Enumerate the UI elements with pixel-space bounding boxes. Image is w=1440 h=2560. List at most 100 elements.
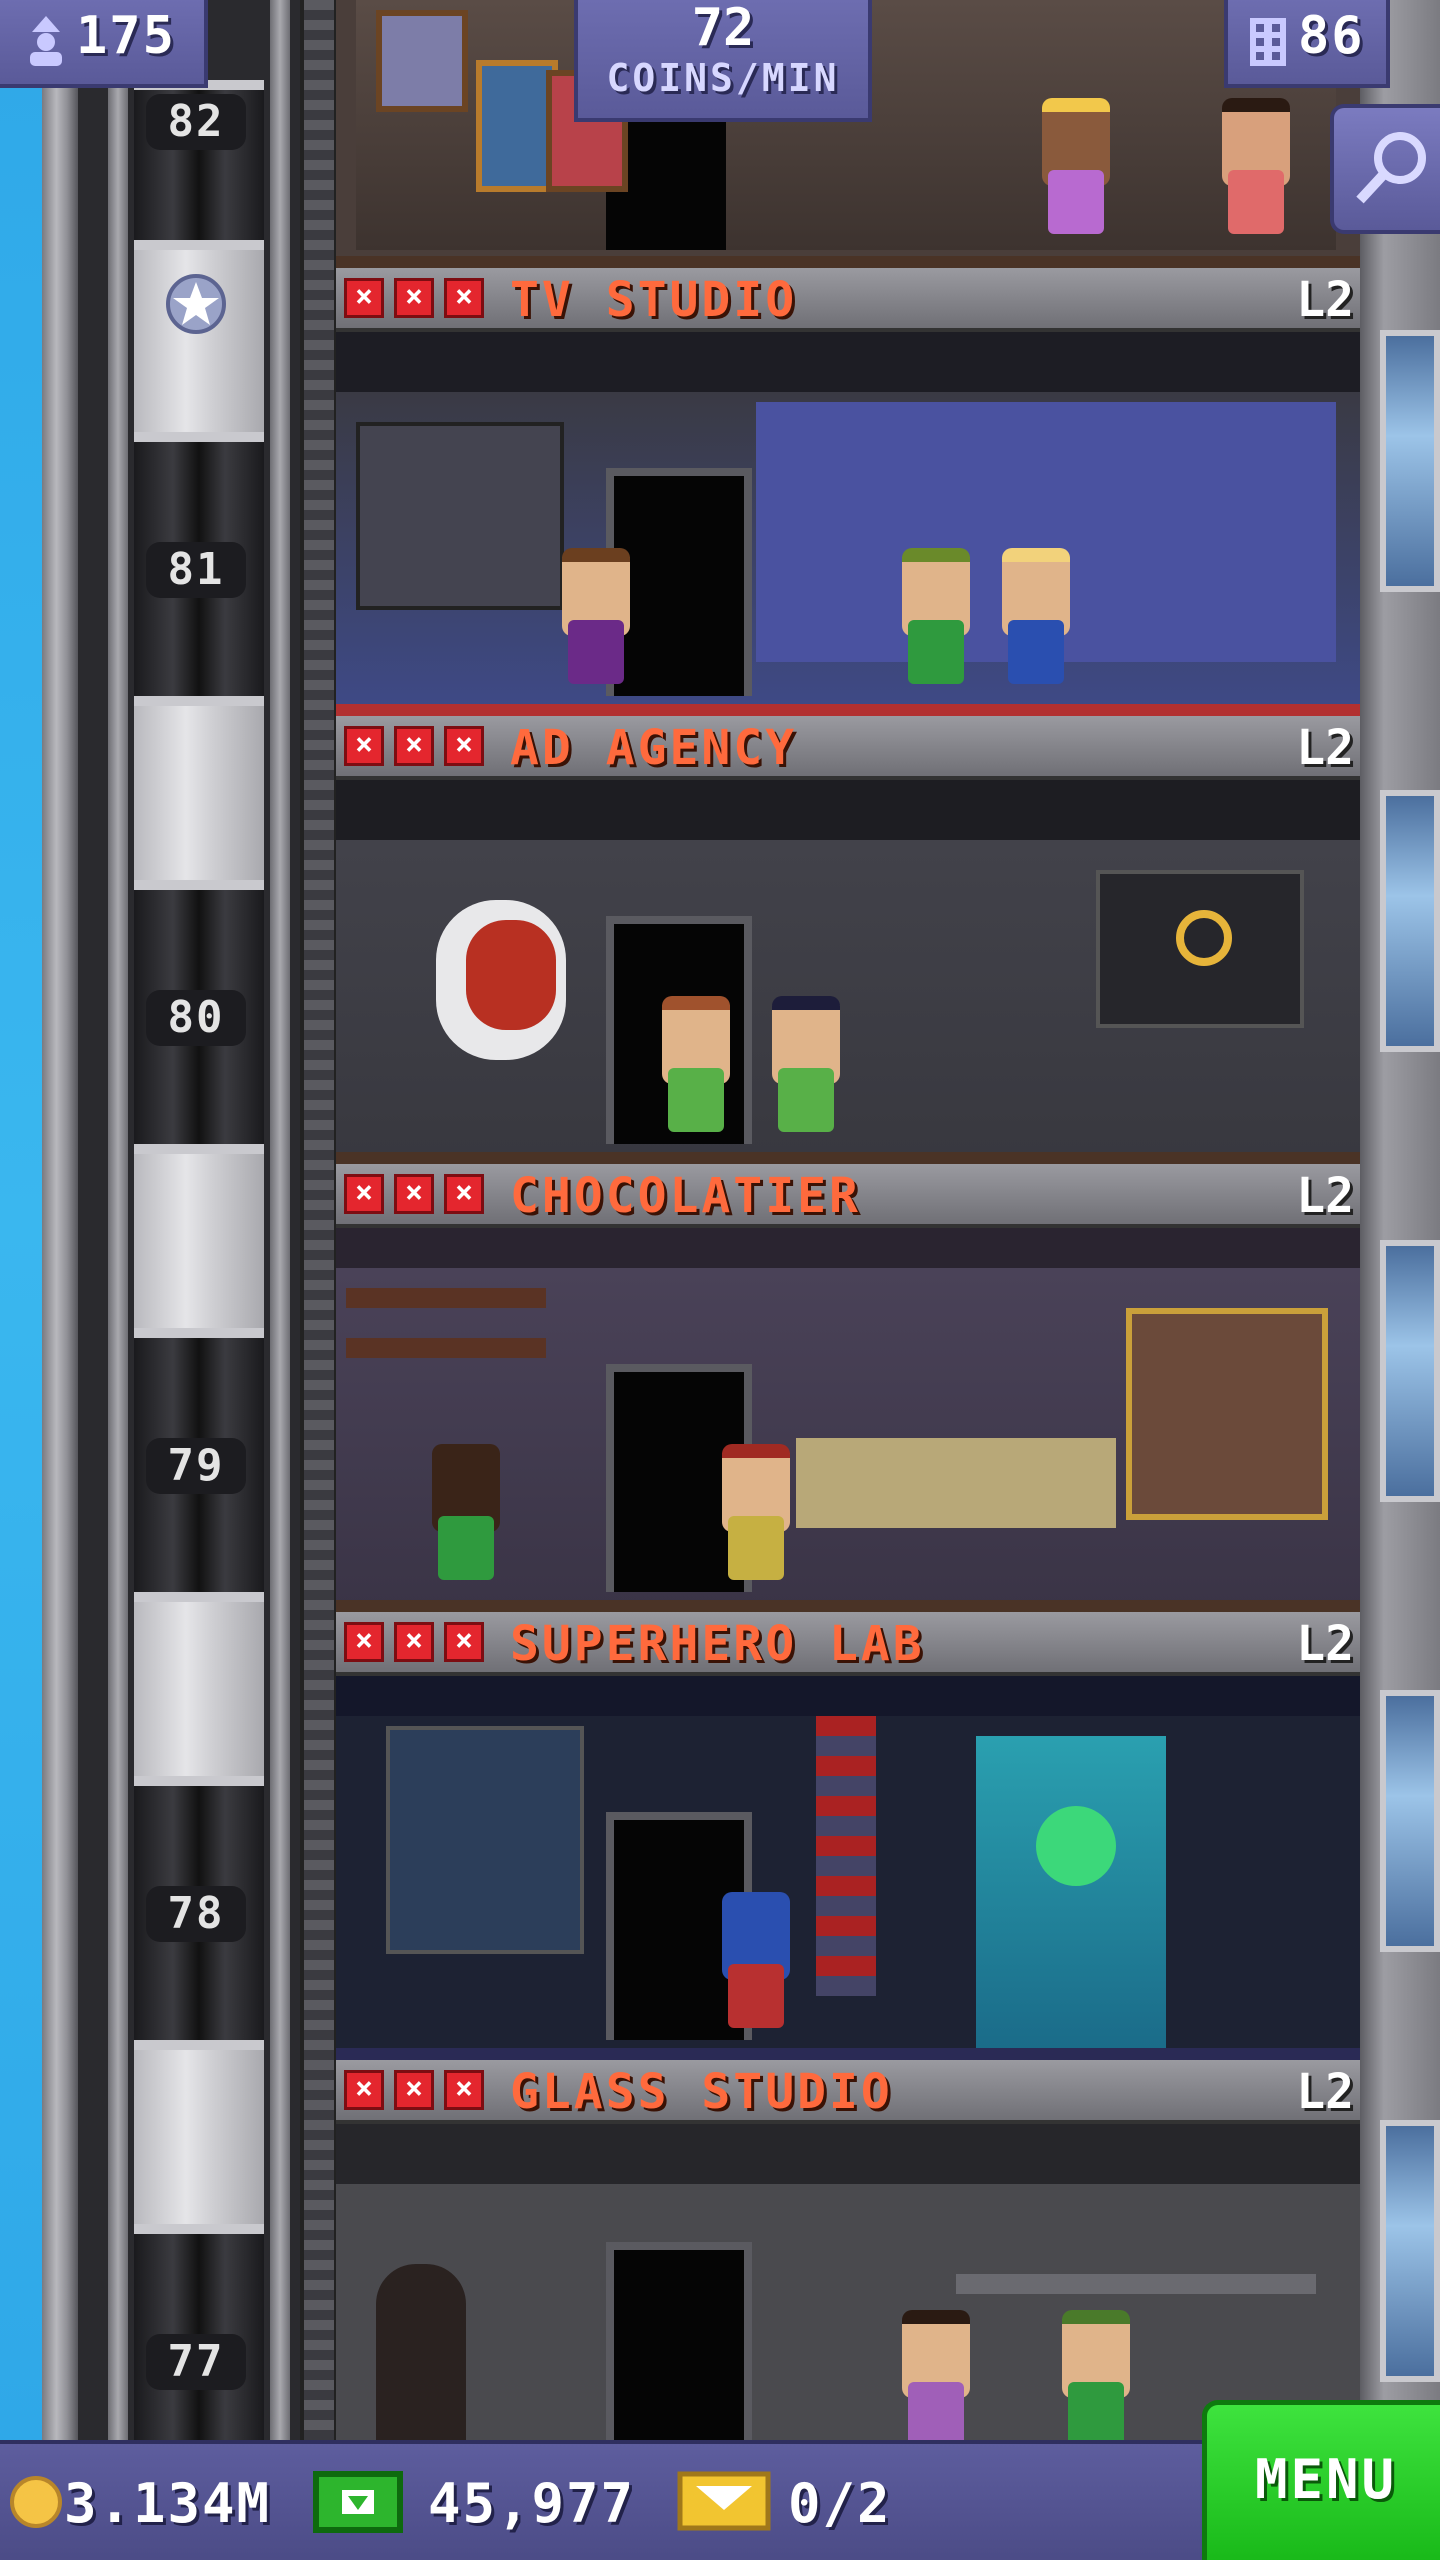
worker-person[interactable] [896, 2310, 976, 2460]
worker-person[interactable] [656, 996, 736, 1146]
worker-person[interactable] [556, 548, 636, 698]
building-window [1380, 1240, 1440, 1502]
tv-equipment [356, 422, 564, 610]
empty-slot-x-icon: × [394, 726, 434, 766]
building-icon [1250, 18, 1286, 66]
floor-number-77: 77 [146, 2334, 246, 2390]
floor-number-80: 80 [146, 990, 246, 1046]
worker-person[interactable] [716, 1892, 796, 2042]
room-header: × × × AD AGENCY L2 [336, 716, 1360, 780]
empty-slot-x-icon: × [344, 2070, 384, 2110]
elevator-car[interactable] [134, 240, 264, 440]
room-name: GLASS STUDIO [510, 2064, 893, 2120]
population-counter[interactable]: 175 [0, 0, 208, 88]
room-level: L2 [1296, 272, 1354, 328]
room-name: CHOCOLATIER [510, 1168, 861, 1224]
hero-blueprint-board [386, 1726, 584, 1954]
search-button[interactable] [1330, 104, 1440, 234]
empty-slot-x-icon: × [444, 2070, 484, 2110]
empty-slot-x-icon: × [394, 2070, 434, 2110]
floor-number-81: 81 [146, 542, 246, 598]
worker-person[interactable] [766, 996, 846, 1146]
egg-chair-cushion [466, 920, 556, 1030]
room-chocolatier[interactable]: × × × CHOCOLATIER L2 [336, 1164, 1360, 1612]
coins-per-min-label: COINS/MIN [606, 56, 840, 100]
worker-person[interactable] [1056, 2310, 1136, 2460]
chocolate-shelf [346, 1288, 546, 1308]
building-window [1380, 1690, 1440, 1952]
picture-frame [376, 10, 468, 112]
room-name: AD AGENCY [510, 720, 798, 776]
empty-slot-x-icon: × [344, 278, 384, 318]
room-ad-agency[interactable]: × × × AD AGENCY L2 [336, 716, 1360, 1164]
elevator-shaft-gap [134, 2040, 264, 2230]
dna-tube [816, 1716, 876, 1996]
worker-person[interactable] [896, 548, 976, 698]
resident-person[interactable] [1216, 98, 1296, 248]
room-interior [336, 1228, 1360, 1612]
building-window [1380, 330, 1440, 592]
ring-graphic [1176, 910, 1232, 966]
room-floor [336, 256, 1360, 268]
room-header: × × × GLASS STUDIO L2 [336, 2060, 1360, 2124]
room-level: L2 [1296, 720, 1354, 776]
room-glass-studio[interactable]: × × × GLASS STUDIO L2 [336, 2060, 1360, 2446]
elevator-shaft-gap [134, 1592, 264, 1782]
building-window [1380, 790, 1440, 1052]
worker-person[interactable] [996, 548, 1076, 698]
worker-person[interactable] [716, 1444, 796, 1594]
floor-count-panel[interactable]: 86 [1224, 0, 1390, 88]
room-floor [336, 704, 1360, 716]
tickets-value: 0/2 [788, 2472, 892, 2535]
building-window [1380, 2120, 1440, 2382]
room-level: L2 [1296, 2064, 1354, 2120]
glass-shelf [956, 2274, 1316, 2294]
vip-star-icon[interactable] [164, 272, 228, 336]
floor-number-79: 79 [146, 1438, 246, 1494]
elevator-shaft-gap [134, 696, 264, 886]
building-edge [42, 0, 78, 2440]
glass-furnace [376, 2264, 466, 2440]
tower-bux-icon [313, 2471, 403, 2533]
magnifier-icon [1356, 132, 1426, 204]
room-floor [336, 1152, 1360, 1164]
room-floor [336, 2048, 1360, 2060]
resident-person[interactable] [1036, 98, 1116, 248]
empty-slot-x-icon: × [344, 726, 384, 766]
coins-value: 3.134M [64, 2472, 272, 2535]
empty-slot-x-icon: × [444, 726, 484, 766]
shaft-ladder [300, 0, 338, 2440]
empty-slot-x-icon: × [444, 278, 484, 318]
sky [0, 0, 42, 2440]
population-icon [30, 16, 62, 66]
coins-per-min-value: 72 [691, 0, 755, 58]
room-header: × × × SUPERHERO LAB L2 [336, 1612, 1360, 1676]
coins-per-min-panel: 72 COINS/MIN [574, 0, 872, 122]
menu-button[interactable]: MENU [1202, 2400, 1440, 2560]
elevator-shaft-gap [134, 1144, 264, 1334]
empty-slot-x-icon: × [344, 1622, 384, 1662]
golden-ticket-icon [677, 2471, 771, 2531]
room-name: TV STUDIO [510, 272, 798, 328]
room-level: L2 [1296, 1168, 1354, 1224]
elevator-rail-left [108, 0, 128, 2440]
floor-number-82: 82 [146, 94, 246, 150]
room-superhero-lab[interactable]: × × × SUPERHERO LAB L2 [336, 1612, 1360, 2060]
empty-slot-x-icon: × [344, 1174, 384, 1214]
empty-slot-x-icon: × [444, 1174, 484, 1214]
room-interior [336, 1676, 1360, 2060]
population-value: 175 [76, 6, 176, 66]
room-tv-studio[interactable]: × × × TV STUDIO L2 [336, 268, 1360, 716]
room-interior [336, 332, 1360, 716]
hologram-chamber [976, 1736, 1166, 2056]
floor-count-value: 86 [1298, 6, 1365, 66]
bux-value: 45,977 [428, 2472, 636, 2535]
chocolate-vat [1126, 1308, 1328, 1520]
room-header: × × × TV STUDIO L2 [336, 268, 1360, 332]
work-counter [796, 1438, 1116, 1528]
room-floor [336, 1600, 1360, 1612]
chocolate-shelf [346, 1338, 546, 1358]
hologram-globe [1036, 1806, 1116, 1886]
empty-slot-x-icon: × [394, 278, 434, 318]
worker-person[interactable] [426, 1444, 506, 1594]
